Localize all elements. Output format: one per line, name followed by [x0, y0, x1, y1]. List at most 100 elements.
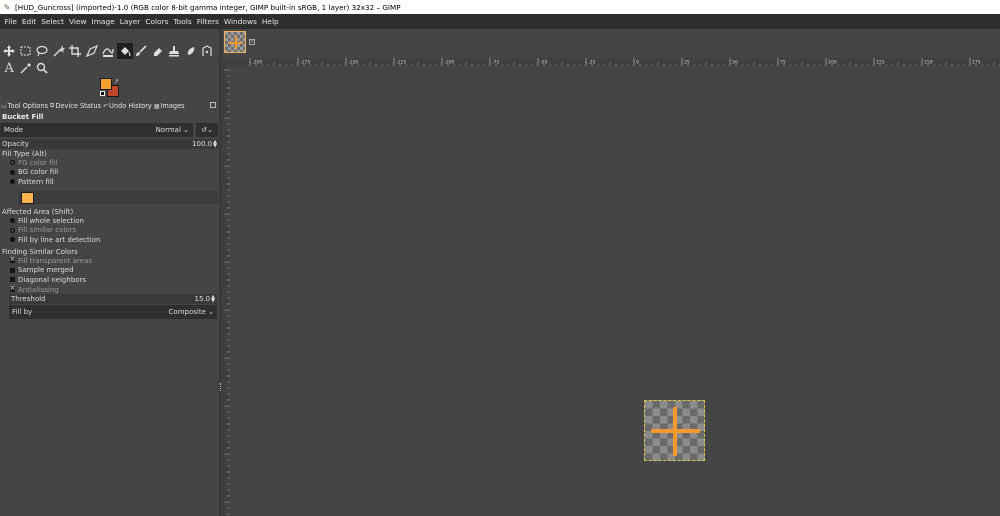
fill-color-swatch[interactable]	[21, 191, 34, 204]
ruler-tick-label: -75	[492, 60, 499, 66]
spin-arrows-icon[interactable]: ▲ ▼	[211, 295, 215, 304]
ruler-tick-label: -200	[252, 60, 262, 66]
crosshair-vertical-bar	[673, 407, 677, 456]
radio-fill-similar-colors[interactable]: Fill similar colors	[0, 226, 219, 236]
bucket-fill-tool-icon[interactable]	[116, 43, 133, 59]
ruler-tick-label: -125	[396, 60, 406, 66]
tab-device-status[interactable]: ⧉ Device Status	[49, 102, 102, 110]
menu-edit[interactable]: Edit	[19, 17, 38, 26]
fill-by-select[interactable]: Fill by Composite ⌄	[9, 305, 217, 319]
fill-color-row	[18, 191, 218, 204]
check-fill-transparent[interactable]: Fill transparent areas	[0, 255, 219, 266]
fuzzy-select-tool-icon[interactable]	[51, 43, 68, 59]
menu-help[interactable]: Help	[259, 17, 281, 26]
menu-layer[interactable]: Layer	[117, 17, 143, 26]
radio-fill-line-art[interactable]: Fill by line art detection	[0, 235, 219, 245]
image-tab-thumbnail[interactable]	[224, 31, 246, 53]
tab-undo-history[interactable]: ↶ Undo History	[102, 102, 153, 110]
mode-select[interactable]: Mode Normal ⌄	[0, 123, 193, 137]
radio-label: Fill by line art detection	[18, 235, 101, 244]
tab-label: Device Status	[55, 102, 101, 110]
color-picker-tool-icon[interactable]	[18, 60, 35, 76]
canvas-area[interactable]	[230, 66, 1000, 516]
menu-file[interactable]: File	[2, 17, 19, 26]
menu-filters[interactable]: Filters	[194, 17, 221, 26]
fill-by-label: Fill by	[12, 308, 33, 316]
menu-view[interactable]: View	[67, 17, 90, 26]
close-image-tab-icon[interactable]: ×	[249, 39, 255, 45]
spin-arrows-icon[interactable]: ▲ ▼	[213, 140, 217, 149]
paintbrush-tool-icon[interactable]	[133, 43, 150, 59]
zoom-tool-icon[interactable]	[34, 60, 51, 76]
fill-by-row: Fill by Composite ⌄	[9, 305, 217, 319]
opacity-row: Opacity 100.0 ▲ ▼	[0, 139, 219, 149]
checkbox-label: Diagonal neighbors	[18, 275, 87, 284]
radio-indicator	[10, 237, 15, 243]
reset-colors-icon[interactable]	[100, 91, 105, 96]
check-antialiasing[interactable]: Antialiasing	[0, 284, 219, 295]
tab-images[interactable]: ▦ Images	[153, 102, 186, 110]
ruler-tick-label: -100	[444, 60, 454, 66]
opacity-slider[interactable]: Opacity 100.0 ▲ ▼	[0, 139, 219, 149]
lasso-tool-icon[interactable]	[34, 43, 51, 59]
ruler-tick-label: 25	[684, 60, 690, 66]
eraser-tool-icon[interactable]	[150, 43, 167, 59]
warp-tool-icon[interactable]	[100, 43, 117, 59]
affected-area-label: Affected Area (Shift)	[2, 208, 74, 216]
crop-tool-icon[interactable]	[67, 43, 84, 59]
mode-value-wrap: Normal ⌄	[156, 126, 189, 134]
menu-image[interactable]: Image	[89, 17, 117, 26]
mode-controls: Mode Normal ⌄ ↺⌄	[0, 123, 219, 137]
tool-title: Bucket Fill	[2, 113, 44, 121]
mode-reset-button[interactable]: ↺⌄	[196, 123, 218, 137]
clone-tool-icon[interactable]	[166, 43, 183, 59]
menu-windows[interactable]: Windows	[221, 17, 259, 26]
dock-config-icon[interactable]	[210, 102, 216, 108]
threshold-label: Threshold	[11, 295, 46, 303]
move-tool-icon[interactable]	[1, 43, 18, 59]
menu-colors[interactable]: Colors	[143, 17, 171, 26]
ruler-tick-label: 0	[636, 60, 639, 66]
ruler-corner[interactable]	[222, 58, 230, 66]
check-sample-merged[interactable]: Sample merged	[0, 266, 219, 276]
rect-select-tool-icon[interactable]	[18, 43, 35, 59]
radio-fg-color-fill[interactable]: FG color fill	[0, 158, 219, 168]
menu-bar: File Edit Select View Image Layer Colors…	[0, 14, 1000, 29]
affected-area-group: Affected Area (Shift) Fill whole selecti…	[0, 208, 219, 245]
fill-by-value: Composite	[168, 308, 206, 316]
fg-bg-color-selector[interactable]: ↗	[100, 78, 120, 98]
fill-type-group: Fill Type (Alt) FG color fill BG color f…	[0, 150, 219, 187]
mode-value: Normal	[155, 126, 181, 134]
checkbox-indicator	[10, 255, 15, 264]
tab-label: Undo History	[109, 102, 152, 110]
vertical-ruler[interactable]	[222, 66, 230, 516]
checkbox-label: Sample merged	[18, 266, 74, 275]
title-bar: ✎ [HUD_Guncross] (imported)-1.0 (RGB col…	[0, 0, 1000, 14]
reset-icon: ↺⌄	[201, 126, 213, 134]
menu-select[interactable]: Select	[39, 17, 67, 26]
radio-bg-color-fill[interactable]: BG color fill	[0, 168, 219, 178]
radio-indicator	[10, 179, 15, 185]
radio-label: Pattern fill	[18, 177, 54, 186]
horizontal-ruler[interactable]: -200 -175 -150 -125 -100 -75 -50 -25 0 25 50 75 100 1…	[230, 58, 1000, 66]
opacity-value-wrap: 100.0 ▲ ▼	[192, 140, 217, 149]
tab-tool-options[interactable]: ▭ Tool Options	[0, 102, 49, 110]
image-window: × -200 -175 -150 -125 -100 -75 -50 -25 0 25 50 75 10…	[222, 29, 1000, 516]
swap-colors-icon[interactable]: ↗	[114, 78, 119, 85]
window-title: [HUD_Guncross] (imported)-1.0 (RGB color…	[15, 2, 401, 12]
radio-label: Fill whole selection	[18, 216, 84, 225]
tab-label: Images	[160, 102, 185, 110]
radio-pattern-fill[interactable]: Pattern fill	[0, 177, 219, 187]
text-tool-icon[interactable]: A	[1, 60, 18, 76]
chevron-down-icon: ⌄	[208, 308, 214, 316]
ruler-tick-label: 150	[924, 60, 933, 66]
transform-tool-icon[interactable]	[84, 43, 101, 59]
foreground-color-swatch[interactable]	[100, 78, 112, 90]
threshold-slider[interactable]: Threshold 15.0 ▲ ▼	[9, 294, 217, 304]
menu-tools[interactable]: Tools	[171, 17, 194, 26]
paths-tool-icon[interactable]	[199, 43, 216, 59]
image-canvas[interactable]	[644, 400, 705, 461]
check-diagonal-neighbors[interactable]: Diagonal neighbors	[0, 275, 219, 285]
smudge-tool-icon[interactable]	[183, 43, 200, 59]
radio-fill-whole-selection[interactable]: Fill whole selection	[0, 216, 219, 226]
